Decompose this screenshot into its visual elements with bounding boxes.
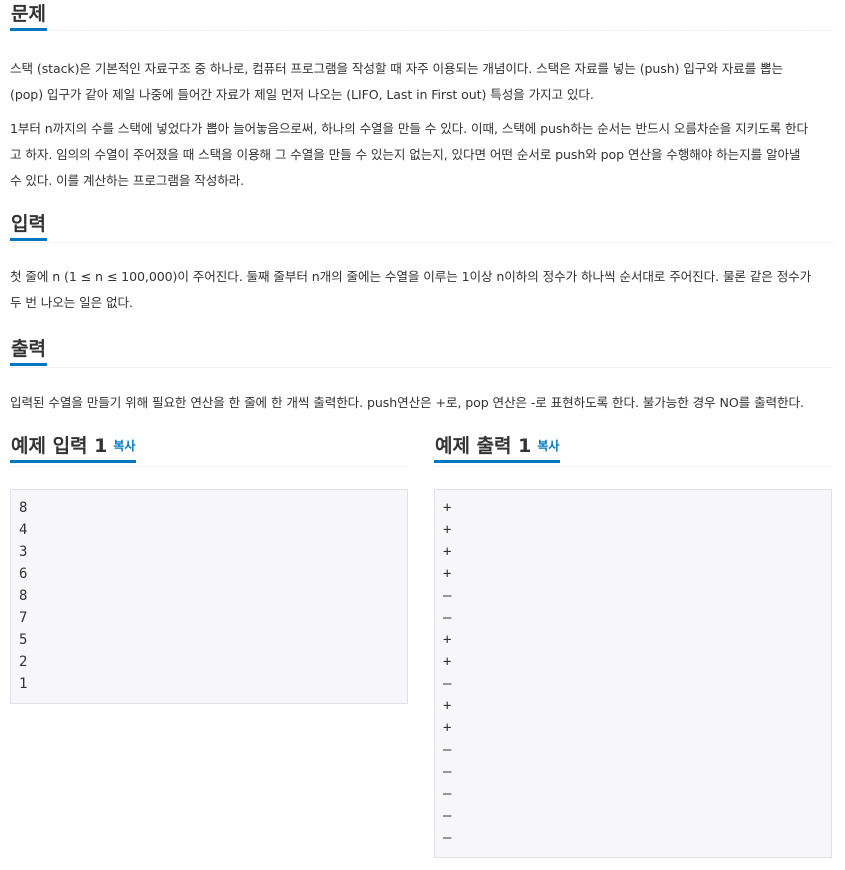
- input-description-line: 두 번 나오는 일은 없다.: [10, 295, 133, 310]
- sample-input-title: 예제 입력 1 복사: [10, 432, 137, 463]
- sample-output-line: –: [443, 676, 452, 692]
- sample-output-line: –: [443, 786, 452, 802]
- sample-input-line: 8: [19, 500, 28, 516]
- sample-output-title: 예제 출력 1 복사: [434, 432, 561, 463]
- problem-section: 문제 스택 (stack)은 기본적인 자료구조 중 하나로, 컴퓨터 프로그램…: [10, 0, 833, 188]
- problem-description-line: 수 있다. 이를 계산하는 프로그램을 작성하라.: [10, 173, 245, 188]
- copy-sample-output-button[interactable]: 복사: [537, 439, 559, 453]
- problem-description-line: 1부터 n까지의 수를 스택에 넣었다가 뽑아 늘어놓음으로써, 하나의 수열을…: [10, 121, 808, 136]
- sample-output-line: +: [443, 632, 452, 648]
- sample-output-line: +: [443, 500, 452, 516]
- sample-input-line: 7: [19, 610, 28, 626]
- problem-header: 문제: [10, 0, 833, 31]
- copy-sample-input-button[interactable]: 복사: [113, 439, 135, 453]
- sample-output-line: –: [443, 742, 452, 758]
- examples-area: 예제 입력 1 복사 843687521 예제 출력 1 복사 + + + + – – + + – +…: [10, 432, 833, 862]
- sample-input-title-text: 예제 입력 1: [11, 435, 108, 457]
- sample-input-line: 6: [19, 566, 28, 582]
- sample-input-line: 2: [19, 654, 28, 670]
- sample-output-line: +: [443, 566, 452, 582]
- output-header: 출력: [10, 335, 833, 368]
- problem-description-line: (pop) 입구가 같아 제일 나중에 들어간 자료가 제일 먼저 나오는 (L…: [10, 87, 594, 102]
- sample-output-line: +: [443, 522, 452, 538]
- sample-output-panel: 예제 출력 1 복사 + + + + – – + + – + + – – – – –: [434, 432, 832, 858]
- sample-output-title-text: 예제 출력 1: [435, 435, 532, 457]
- sample-output-box[interactable]: + + + + – – + + – + + – – – – –: [434, 489, 832, 858]
- sample-input-box[interactable]: 8 4 3 6 8 7 5 2 1: [10, 489, 408, 704]
- sample-input-line: 4: [19, 522, 28, 538]
- output-section: 출력 입력된 수열을 만들기 위해 필요한 연산을 한 줄에 한 개씩 출력한다…: [10, 335, 833, 410]
- output-title: 출력: [10, 335, 47, 366]
- sample-output-line: –: [443, 830, 452, 846]
- input-description-line: 첫 줄에 n (1 ≤ n ≤ 100,000)이 주어진다. 둘째 줄부터 n…: [10, 269, 812, 284]
- sample-input-header: 예제 입력 1 복사: [10, 432, 408, 467]
- sample-input-panel: 예제 입력 1 복사 8 4 3 6 8 7 5 2 1: [10, 432, 408, 704]
- sample-output-line: –: [443, 588, 452, 604]
- sample-output-line: –: [443, 808, 452, 824]
- problem-description-line: 고 하자. 임의의 수열이 주어졌을 때 스택을 이용해 그 수열을 만들 수 …: [10, 147, 801, 162]
- input-title: 입력: [10, 210, 47, 241]
- sample-input-line: 3: [19, 544, 28, 560]
- sample-output-line: –: [443, 610, 452, 626]
- sample-output-line: +: [443, 720, 452, 736]
- input-header: 입력: [10, 210, 833, 243]
- problem-description-line: 스택 (stack)은 기본적인 자료구조 중 하나로, 컴퓨터 프로그램을 작…: [10, 61, 784, 76]
- sample-output-header: 예제 출력 1 복사: [434, 432, 832, 467]
- sample-input-line: 8: [19, 588, 28, 604]
- sample-output-line: +: [443, 654, 452, 670]
- input-section: 입력 첫 줄에 n (1 ≤ n ≤ 100,000)이 주어진다. 둘째 줄부…: [10, 210, 833, 310]
- output-description-line: 입력된 수열을 만들기 위해 필요한 연산을 한 줄에 한 개씩 출력한다. p…: [10, 395, 804, 410]
- sample-output-line: +: [443, 698, 452, 714]
- sample-output-line: +: [443, 544, 452, 560]
- sample-input-line: 1: [19, 676, 28, 692]
- sample-output-line: –: [443, 764, 452, 780]
- problem-title: 문제: [10, 0, 47, 31]
- sample-input-line: 5: [19, 632, 28, 648]
